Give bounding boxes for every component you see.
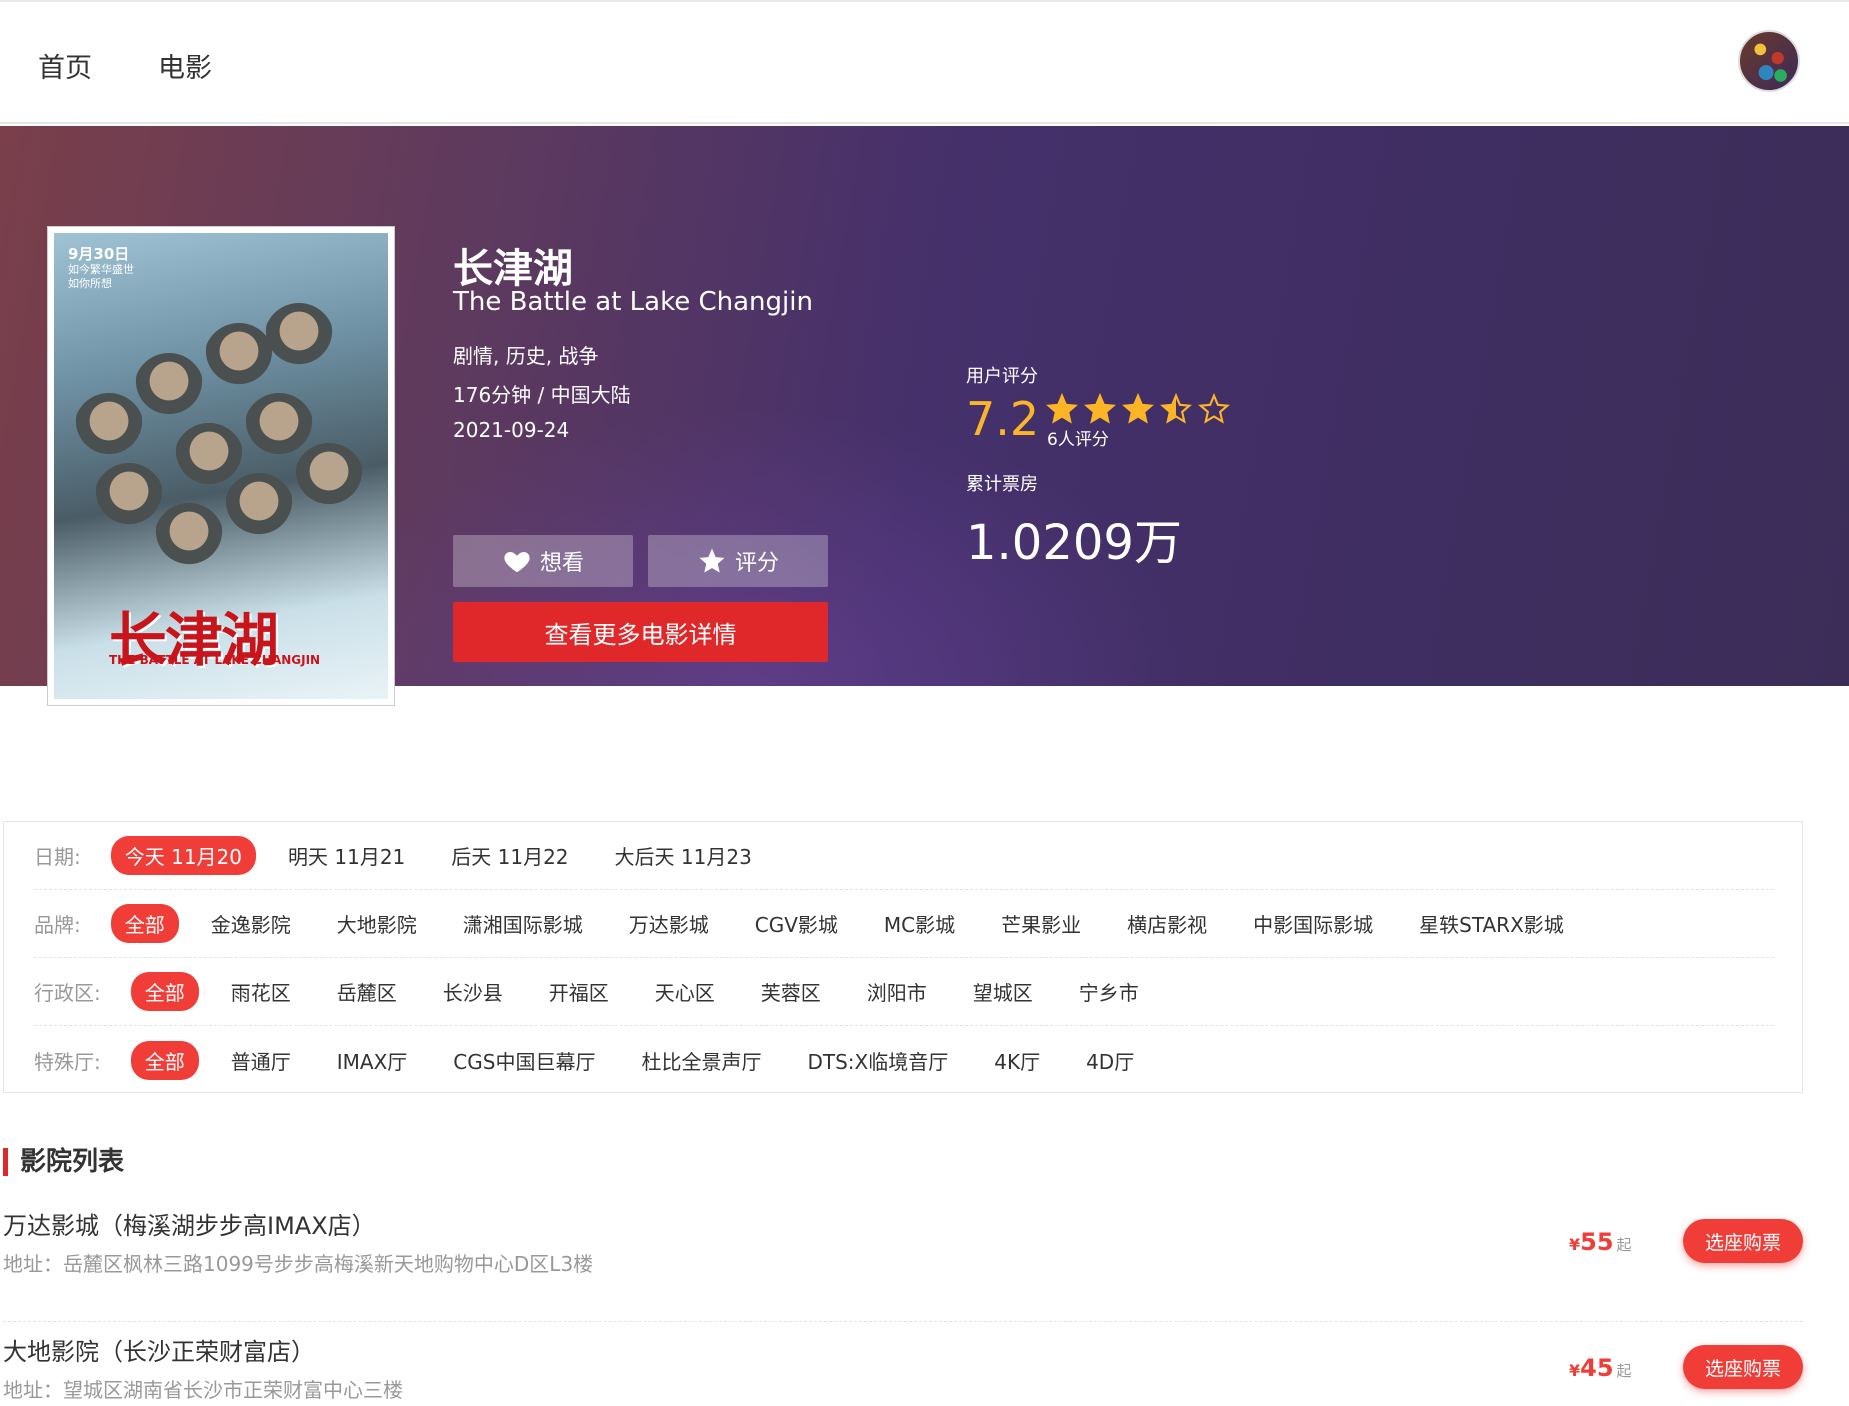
poster-date: 9月30日: [68, 245, 130, 263]
cinema-list-title: 影院列表: [3, 1148, 124, 1176]
poster-tagline: 如今繁华盛世 如你所想: [68, 263, 134, 290]
filter-brand-option[interactable]: 芒果影业: [1001, 909, 1081, 938]
cinema-item[interactable]: 万达影城（梅溪湖步步高IMAX店） 地址：岳麓区枫林三路1099号步步高梅溪新天…: [3, 1198, 1803, 1322]
buy-ticket-button[interactable]: 选座购票: [1683, 1345, 1803, 1389]
filter-date-option[interactable]: 大后天 11月23: [615, 841, 752, 870]
filter-brand-option[interactable]: CGV影城: [755, 909, 838, 938]
want-to-watch-button[interactable]: 想看: [453, 535, 633, 587]
movie-poster: 9月30日 如今繁华盛世 如你所想 长津湖 THE BATTLE AT LAKE…: [48, 227, 394, 705]
user-rating-label: 用户评分: [966, 366, 1038, 387]
filter-label-brand: 品牌:: [34, 913, 81, 937]
star-full-icon: [1122, 393, 1154, 424]
filter-date-option[interactable]: 后天 11月22: [451, 841, 568, 870]
filter-district-option[interactable]: 全部: [130, 972, 199, 1011]
filter-brand-option[interactable]: 中影国际影城: [1253, 909, 1373, 938]
nav-home-link[interactable]: 首页: [38, 46, 92, 85]
buy-ticket-button[interactable]: 选座购票: [1683, 1219, 1803, 1263]
filter-brand-option[interactable]: 星轶STARX影城: [1419, 909, 1564, 938]
movie-release-date: 2021-09-24: [453, 418, 570, 442]
filter-date-option[interactable]: 明天 11月21: [288, 841, 405, 870]
rate-button[interactable]: 评分: [648, 535, 828, 587]
cinema-name[interactable]: 万达影城（梅溪湖步步高IMAX店）: [3, 1206, 376, 1241]
filter-panel: 日期: 今天 11月20 明天 11月21 后天 11月22 大后天 11月23 品牌…: [3, 821, 1803, 1093]
filter-hall-option[interactable]: 全部: [130, 1040, 199, 1080]
boxoffice-label: 累计票房: [966, 474, 1038, 495]
filter-row-hall: 特殊厅: 全部 普通厅 IMAX厅 CGS中国巨幕厅 杜比全景声厅 DTS:X临境音厅 4K…: [34, 1026, 1774, 1094]
filter-brand-option[interactable]: 潇湘国际影城: [463, 909, 583, 938]
cinema-address: 地址：望城区湖南省长沙市正荣财富中心三楼: [3, 1378, 403, 1402]
movie-title-en: The Battle at Lake Changjin: [453, 287, 813, 317]
filter-district-option[interactable]: 开福区: [549, 977, 609, 1006]
filter-brand-option[interactable]: 横店影视: [1127, 909, 1207, 938]
poster-image: 9月30日 如今繁华盛世 如你所想 长津湖 THE BATTLE AT LAKE…: [54, 233, 388, 699]
cinema-name[interactable]: 大地影院（长沙正荣财富店）: [3, 1332, 315, 1367]
filter-row-brand: 品牌: 全部 金逸影院 大地影院 潇湘国际影城 万达影城 CGV影城 MC影城 芒果影业 横店影…: [34, 890, 1774, 958]
user-rating-value: 7.2: [966, 392, 1040, 446]
filter-label-hall: 特殊厅:: [34, 1049, 101, 1074]
filter-district-option[interactable]: 浏阳市: [867, 977, 927, 1006]
nav-movies-link[interactable]: 电影: [158, 46, 212, 85]
filter-district-option[interactable]: 宁乡市: [1079, 977, 1139, 1006]
filter-district-option[interactable]: 望城区: [973, 977, 1033, 1006]
cinema-price: ¥55 起: [1569, 1228, 1632, 1256]
movie-title: 长津湖: [453, 246, 573, 292]
cinema-address: 地址：岳麓区枫林三路1099号步步高梅溪新天地购物中心D区L3楼: [3, 1252, 594, 1276]
filter-hall-option[interactable]: IMAX厅: [337, 1046, 408, 1075]
filter-hall-option[interactable]: CGS中国巨幕厅: [453, 1046, 595, 1075]
filter-hall-option[interactable]: 杜比全景声厅: [641, 1046, 761, 1075]
want-to-watch-label: 想看: [539, 551, 584, 576]
top-navbar: 首页 电影: [0, 2, 1849, 124]
filter-district-option[interactable]: 长沙县: [443, 977, 503, 1006]
star-empty-icon: [1198, 393, 1230, 424]
cinema-price: ¥45 起: [1569, 1354, 1632, 1382]
cinema-item[interactable]: 大地影院（长沙正荣财富店） 地址：望城区湖南省长沙市正荣财富中心三楼 ¥45 起 …: [3, 1324, 1803, 1406]
filter-district-option[interactable]: 天心区: [655, 977, 715, 1006]
movie-duration-region: 176分钟 / 中国大陆: [453, 383, 631, 407]
star-full-icon: [1084, 393, 1116, 424]
filter-brand-option[interactable]: MC影城: [884, 909, 955, 938]
boxoffice-value: 1.0209万: [966, 515, 1182, 571]
filter-hall-option[interactable]: DTS:X临境音厅: [807, 1046, 948, 1075]
filter-hall-option[interactable]: 4D厅: [1086, 1046, 1134, 1075]
filter-district-option[interactable]: 雨花区: [231, 977, 291, 1006]
filter-row-date: 日期: 今天 11月20 明天 11月21 后天 11月22 大后天 11月23: [34, 822, 1774, 890]
filter-date-option[interactable]: 今天 11月20: [110, 836, 257, 875]
movie-genres: 剧情, 历史, 战争: [453, 344, 599, 368]
filter-brand-option[interactable]: 全部: [110, 904, 179, 943]
star-half-icon: [1160, 393, 1192, 424]
filter-brand-option[interactable]: 万达影城: [629, 909, 709, 938]
star-icon: [699, 548, 725, 573]
filter-district-option[interactable]: 岳麓区: [337, 977, 397, 1006]
star-full-icon: [1046, 393, 1078, 424]
poster-subtitle: THE BATTLE AT LAKE CHANGJIN: [109, 653, 321, 667]
rate-label: 评分: [734, 551, 779, 576]
filter-row-district: 行政区: 全部 雨花区 岳麓区 长沙县 开福区 天心区 芙蓉区 浏阳市 望城区 宁乡市: [34, 958, 1774, 1026]
user-avatar[interactable]: [1738, 30, 1800, 92]
filter-label-date: 日期:: [34, 845, 81, 869]
filter-district-option[interactable]: 芙蓉区: [761, 977, 821, 1006]
heart-icon: [504, 552, 530, 573]
rating-count: 6人评分: [1047, 430, 1109, 450]
filter-brand-option[interactable]: 大地影院: [337, 909, 417, 938]
more-details-button[interactable]: 查看更多电影详情: [453, 602, 828, 662]
rating-stars: [1046, 393, 1230, 425]
filter-hall-option[interactable]: 4K厅: [994, 1046, 1040, 1075]
filter-label-district: 行政区:: [34, 981, 101, 1005]
filter-hall-option[interactable]: 普通厅: [231, 1046, 291, 1075]
filter-brand-option[interactable]: 金逸影院: [211, 909, 291, 938]
